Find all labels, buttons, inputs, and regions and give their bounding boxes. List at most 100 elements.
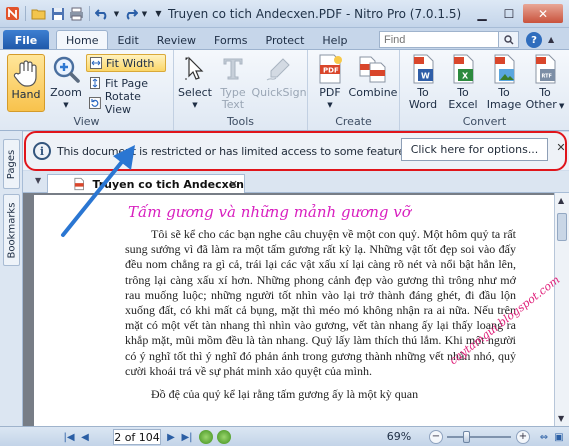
rotate-view-button[interactable]: Rotate View (86, 90, 173, 116)
options-button[interactable]: Click here for options... (401, 138, 548, 161)
group-label-convert: Convert (462, 115, 507, 128)
fit-width-button[interactable]: Fit Width (86, 54, 166, 72)
to-word-button[interactable]: W To Word (404, 53, 442, 111)
to-other-icon: RTF (529, 53, 561, 85)
hand-button[interactable]: Hand (7, 54, 45, 112)
tab-edit[interactable]: Edit (108, 30, 147, 50)
select-cursor-icon (179, 53, 211, 85)
combine-label: Combine (348, 86, 398, 99)
ribbon-group-convert: W To Word X To Excel To Image RTF To Oth… (400, 50, 569, 130)
pages-tab-label: Pages (6, 149, 18, 179)
document-viewer[interactable]: Tấm gương và những mảnh gương vỡ Tôi sẽ … (23, 193, 569, 426)
undo-icon[interactable] (94, 5, 111, 22)
close-tab-icon[interactable]: ✕ (229, 178, 238, 191)
group-label-create: Create (335, 115, 372, 128)
fit-page-status-icon[interactable]: ▣ (552, 430, 566, 444)
ribbon-group-view: Hand Zoom ▼ Fit Width Fit Page Rotate Vi… (0, 50, 174, 130)
body-paragraph: Đồ đệ của quỷ kể lại rằng tấm gương ấy l… (151, 387, 419, 402)
tab-help[interactable]: Help (313, 30, 356, 50)
search-input[interactable] (379, 31, 499, 48)
page-number-input[interactable]: 2 of 104 (113, 429, 161, 445)
file-button[interactable]: File (3, 30, 49, 50)
redo-dropdown-icon[interactable]: ▼ (141, 5, 148, 22)
last-page-icon[interactable]: ▶| (180, 430, 194, 444)
document-tab-row: ▼ Truyen co tich Andecxen ✕ (23, 171, 569, 193)
tab-list-dropdown-icon[interactable]: ▼ (35, 176, 41, 185)
pdf-file-icon (74, 177, 85, 191)
quick-access-toolbar: ▼ ▼ ▼ (4, 5, 167, 22)
left-panel-tabs: Pages Bookmarks (0, 131, 23, 426)
zoom-slider-track[interactable] (447, 436, 511, 438)
zoom-dropdown-icon: ▼ (63, 101, 69, 109)
scroll-up-icon[interactable]: ▲ (558, 196, 564, 205)
title-bar: ▼ ▼ ▼ Truyen co tich Andecxen.PDF - Nitr… (0, 0, 569, 28)
tab-protect[interactable]: Protect (257, 30, 314, 50)
ribbon-minimize-icon[interactable]: ▲ (548, 35, 554, 44)
tab-forms[interactable]: Forms (205, 30, 256, 50)
zoom-level[interactable]: 69% (380, 430, 418, 443)
open-folder-icon[interactable] (30, 5, 47, 22)
search-button[interactable] (499, 31, 519, 48)
fit-width-icon (90, 57, 102, 69)
previous-page-icon[interactable]: ◀ (78, 430, 92, 444)
group-label-view: View (73, 115, 100, 128)
svg-text:PDF: PDF (323, 67, 339, 75)
document-tab[interactable]: Truyen co tich Andecxen ✕ (47, 174, 245, 193)
zoom-slider-thumb[interactable] (462, 431, 470, 443)
bookmarks-tab-label: Bookmarks (6, 202, 17, 258)
window-title: Truyen co tich Andecxen.PDF - Nitro Pro … (168, 7, 462, 21)
previous-view-icon[interactable] (199, 430, 213, 444)
sidebar-tab-pages[interactable]: Pages (3, 139, 20, 189)
hand-icon (12, 59, 40, 87)
zoom-in-icon[interactable]: + (516, 430, 530, 444)
print-icon[interactable] (68, 5, 85, 22)
hand-label: Hand (11, 88, 41, 101)
type-text-icon (217, 53, 249, 85)
undo-dropdown-icon[interactable]: ▼ (113, 5, 120, 22)
type-text-button[interactable]: Type Text (218, 53, 248, 111)
maximize-icon[interactable]: ☐ (496, 4, 522, 23)
save-icon[interactable] (49, 5, 66, 22)
to-other-button[interactable]: RTF To Other ▼ (524, 53, 566, 112)
create-pdf-dropdown-icon: ▼ (327, 101, 333, 109)
close-icon[interactable]: ✕ (523, 4, 563, 23)
scroll-down-icon[interactable]: ▼ (558, 414, 564, 423)
tab-review[interactable]: Review (148, 30, 205, 50)
pdf-page: Tấm gương và những mảnh gương vỡ Tôi sẽ … (34, 195, 554, 426)
fit-width-status-icon[interactable]: ⇔ (537, 430, 551, 444)
tab-home[interactable]: Home (56, 30, 109, 50)
zoom-label: Zoom (50, 86, 82, 99)
sidebar-tab-bookmarks[interactable]: Bookmarks (3, 194, 20, 266)
next-view-icon[interactable] (217, 430, 231, 444)
next-page-icon[interactable]: ▶ (164, 430, 178, 444)
combine-button[interactable]: Combine (348, 53, 398, 99)
to-excel-icon: X (447, 53, 479, 85)
first-page-icon[interactable]: |◀ (62, 430, 76, 444)
to-image-icon (488, 53, 520, 85)
customize-icon[interactable]: ▼ (150, 5, 167, 22)
help-icon[interactable]: ? (526, 32, 542, 48)
document-tab-name: Truyen co tich Andecxen (92, 177, 244, 191)
ribbon-tabs: Home Edit Review Forms Protect Help (56, 30, 356, 50)
search-dropdown-icon (503, 34, 513, 44)
info-icon: i (33, 142, 51, 160)
nitro-logo-icon[interactable] (4, 5, 21, 22)
to-excel-button[interactable]: X To Excel (444, 53, 482, 111)
to-image-button[interactable]: To Image (484, 53, 524, 111)
create-pdf-button[interactable]: PDF PDF ▼ (312, 53, 348, 111)
select-button[interactable]: Select ▼ (178, 53, 212, 111)
vertical-scrollbar[interactable]: ▲ ▼ (554, 193, 569, 426)
to-other-dropdown-icon: ▼ (556, 102, 565, 110)
svg-text:X: X (462, 72, 469, 81)
zoom-button[interactable]: Zoom ▼ (49, 53, 83, 111)
minimize-icon[interactable]: ▁ (469, 4, 495, 23)
toolbar-separator (89, 6, 90, 21)
rotate-view-icon (89, 97, 101, 109)
zoom-out-icon[interactable]: − (429, 430, 443, 444)
scrollbar-thumb[interactable] (557, 213, 567, 241)
quicksign-button[interactable]: QuickSign (251, 53, 307, 99)
toolbar-separator (25, 6, 26, 21)
to-other-label-line2: Other ▼ (526, 99, 565, 112)
redo-icon[interactable] (122, 5, 139, 22)
close-notification-icon[interactable]: ✕ (554, 140, 568, 154)
